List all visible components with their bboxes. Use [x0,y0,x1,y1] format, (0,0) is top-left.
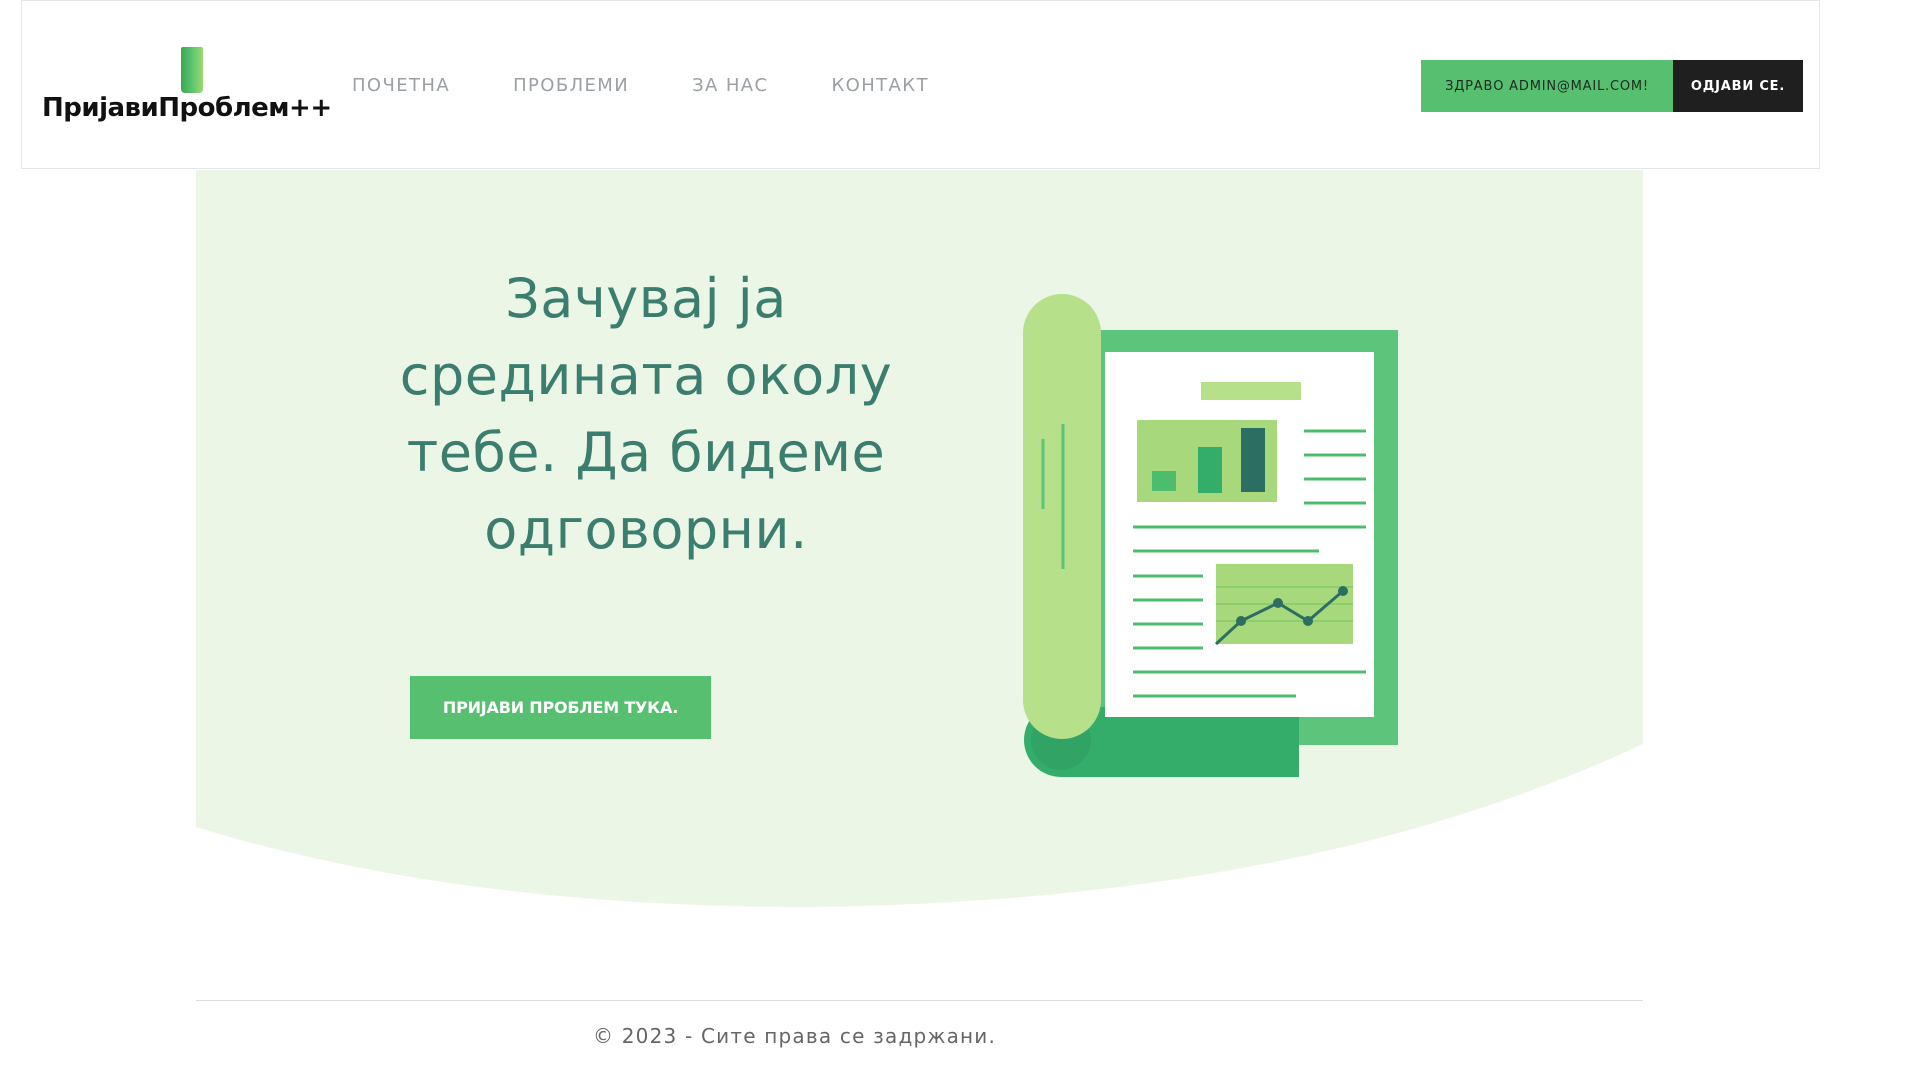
user-greeting-button[interactable]: ЗДРАВО ADMIN@MAIL.COM! [1421,60,1673,112]
nav-link-about[interactable]: ЗА НАС [692,75,768,96]
logo-text: ПријавиПроблем++ [42,93,332,123]
nav-link-home[interactable]: ПОЧЕТНА [352,75,450,96]
hero-section: Зачувај ја средината околу тебе. Да биде… [196,170,1643,910]
user-box: ЗДРАВО ADMIN@MAIL.COM! ОДЈАВИ СЕ. [1421,60,1803,112]
report-problem-button[interactable]: ПРИЈАВИ ПРОБЛЕМ ТУКА. [410,676,711,739]
report-document-illustration [1023,294,1398,777]
nav-link-problems[interactable]: ПРОБЛЕМИ [513,75,629,96]
brand-logo[interactable]: ПријавиПроблем++ [42,45,332,131]
nav-link-contact[interactable]: КОНТАКТ [831,75,928,96]
exclamation-logo-icon [181,47,203,93]
logout-button[interactable]: ОДЈАВИ СЕ. [1673,60,1803,112]
main-nav: ПОЧЕТНА ПРОБЛЕМИ ЗА НАС КОНТАКТ [352,75,992,96]
footer-copyright: © 2023 - Сите права се задржани. [593,1024,997,1048]
footer-divider [196,1000,1643,1001]
navbar: ПријавиПроблем++ ПОЧЕТНА ПРОБЛЕМИ ЗА НАС… [21,0,1820,169]
hero-title: Зачувај ја средината околу тебе. Да биде… [399,267,893,561]
